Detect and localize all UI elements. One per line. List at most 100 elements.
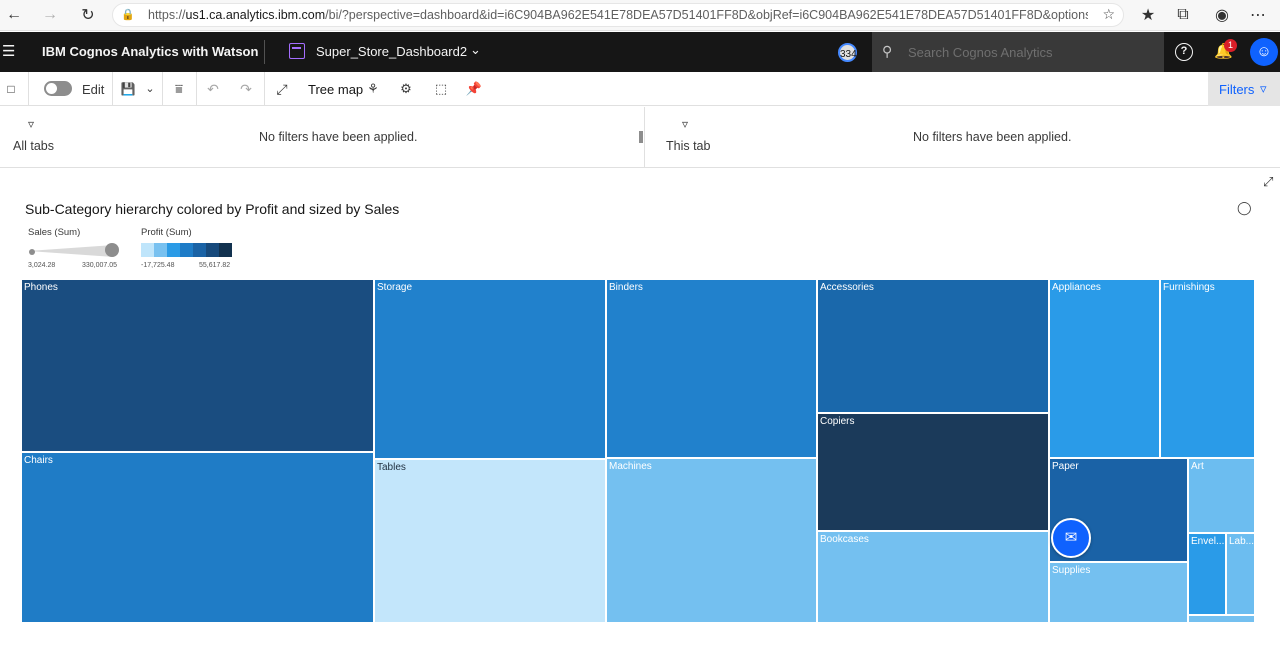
redo-icon[interactable]: ↷	[237, 79, 255, 99]
this-tab-label: This tab	[666, 139, 711, 153]
save-icon[interactable]: 💾	[120, 79, 136, 99]
treemap-cell-label: Chairs	[24, 455, 53, 466]
color-legend-swatch	[141, 243, 154, 257]
notification-badge: 1	[1224, 39, 1237, 52]
treemap-cell-label: Bookcases	[820, 534, 869, 545]
share-icon[interactable]: ⩸	[170, 79, 188, 99]
expand-icon[interactable]: ⤢	[273, 79, 291, 99]
treemap-cell-copiers[interactable]: Copiers	[817, 413, 1049, 531]
this-tab-message: No filters have been applied.	[913, 130, 1072, 144]
hamburger-menu-icon[interactable]: ☰	[2, 42, 18, 60]
size-legend-min: 3,024.28	[28, 262, 56, 269]
color-legend-swatch	[167, 243, 180, 257]
collapse-icon[interactable]: ⤢	[1263, 174, 1273, 190]
color-legend-max: 55,617.82	[199, 262, 231, 269]
filter-funnel-icon: ▿	[28, 117, 35, 131]
size-legend-max: 330,007.05	[82, 262, 118, 269]
treemap-cell-furnishings[interactable]: Furnishings	[1160, 279, 1255, 458]
favorite-star-icon[interactable]: ☆	[1102, 6, 1115, 23]
chat-assistant-button[interactable]: ✉	[1051, 518, 1091, 558]
size-legend-min-dot	[29, 249, 35, 255]
insights-lightbulb-icon[interactable]: ◯	[1237, 200, 1252, 216]
treemap-cell-binders[interactable]: Binders	[606, 279, 817, 458]
treemap-cell-art[interactable]: Art	[1188, 458, 1255, 533]
select-frame-icon[interactable]: ⬚	[432, 79, 450, 99]
visualization-type-label[interactable]: Tree map	[308, 82, 363, 97]
all-tabs-message: No filters have been applied.	[259, 130, 418, 144]
treemap-cell-label: Binders	[609, 282, 643, 293]
color-legend-label: Profit (Sum)	[141, 227, 192, 238]
dashboard-title[interactable]: Super_Store_Dashboard2	[316, 44, 467, 59]
color-legend-swatch	[193, 243, 206, 257]
search-input[interactable]	[908, 42, 1148, 62]
change-viz-icon[interactable]: ⚘	[364, 79, 382, 99]
comment-icon[interactable]: □	[2, 79, 20, 99]
toolbar-divider	[264, 72, 265, 106]
filters-button[interactable]: Filters ▿	[1208, 72, 1280, 106]
treemap-cell-storage[interactable]: Storage	[374, 279, 606, 459]
treemap-cell-label: Furnishings	[1163, 282, 1215, 293]
color-legend-swatch	[206, 243, 219, 257]
explore-icon[interactable]: ⚙	[397, 79, 415, 99]
count-badge[interactable]: 334	[838, 43, 857, 62]
treemap-cell-accessories[interactable]: Accessories	[817, 279, 1049, 413]
help-icon[interactable]: ?	[1175, 43, 1193, 61]
treemap-cell-supplies[interactable]: Supplies	[1049, 562, 1188, 623]
treemap-cell-label: Appliances	[1052, 282, 1101, 293]
treemap-cell-label: Paper	[1052, 461, 1079, 472]
treemap-cell-label: Phones	[24, 282, 58, 293]
treemap-cell-lab[interactable]: Lab...	[1226, 533, 1255, 615]
refresh-icon[interactable]: ↻	[76, 4, 100, 26]
chevron-down-icon[interactable]: ⌄	[470, 42, 481, 58]
treemap-cell-tables[interactable]: Tables	[374, 459, 606, 623]
edit-toggle[interactable]	[44, 81, 72, 96]
address-bar[interactable]: 🔒 https://us1.ca.analytics.ibm.com/bi/?p…	[112, 3, 1124, 27]
treemap-cell-machines[interactable]: Machines	[606, 458, 817, 623]
dashboard-toolbar: □ Edit 💾 ⌄ ⩸ ↶ ↷ ⤢ Tree map ⚘ ⚙ ⬚ 📌 Filt…	[0, 72, 1280, 106]
treemap-cell-appliances[interactable]: Appliances	[1049, 279, 1160, 458]
treemap-cell-label: Art	[1191, 461, 1204, 472]
treemap-cell-bookcases[interactable]: Bookcases	[817, 531, 1049, 623]
treemap-chart[interactable]: Phones Chairs Storage Tables Binders Machines…	[21, 279, 1255, 623]
search-icon: ⚲	[882, 43, 893, 59]
treemap-cell-label: Lab...	[1229, 536, 1255, 547]
favorites-icon[interactable]: ★	[1136, 4, 1160, 26]
pin-icon[interactable]: 📌	[465, 79, 483, 99]
color-legend-min: -17,725.48	[141, 262, 175, 269]
header-divider	[264, 40, 265, 64]
filters-label: Filters	[1219, 82, 1255, 97]
size-legend: Sales (Sum) 3,024.28 330,007.05	[28, 227, 128, 271]
undo-icon[interactable]: ↶	[204, 79, 222, 99]
color-legend-swatches	[141, 243, 232, 257]
lock-icon: 🔒	[121, 9, 135, 21]
back-icon[interactable]: ←	[2, 4, 26, 26]
visualization-title[interactable]: Sub-Category hierarchy colored by Profit…	[25, 201, 399, 217]
size-legend-wedge	[28, 245, 114, 257]
user-avatar-icon[interactable]: ☺	[1250, 38, 1278, 66]
toolbar-divider	[162, 72, 163, 106]
treemap-cell-phones[interactable]: Phones	[21, 279, 374, 452]
save-menu-chevron-icon[interactable]: ⌄	[142, 79, 158, 99]
all-tabs-filter-pane[interactable]: ▿ All tabs No filters have been applied.	[0, 107, 639, 167]
filter-funnel-icon: ▿	[682, 117, 689, 131]
browser-bar: ← → ↻ 🔒 https://us1.ca.analytics.ibm.com…	[0, 0, 1280, 31]
pane-resize-handle[interactable]	[639, 131, 643, 143]
search-box[interactable]: ⚲	[872, 32, 1164, 72]
treemap-cell-label: Supplies	[1052, 565, 1091, 576]
forward-icon[interactable]: →	[38, 4, 62, 26]
profile-icon[interactable]: ◉	[1210, 4, 1234, 26]
treemap-cell-label: Accessories	[820, 282, 874, 293]
more-menu-icon[interactable]: ⋯	[1246, 4, 1270, 26]
collections-icon[interactable]: ⧉	[1171, 4, 1195, 26]
size-legend-max-dot	[105, 243, 119, 257]
treemap-cell-chairs[interactable]: Chairs	[21, 452, 374, 623]
treemap-cell-label: Envel...	[1191, 536, 1225, 547]
treemap-cell-unlabeled[interactable]	[1188, 615, 1255, 623]
dashboard-icon	[289, 43, 305, 59]
url-text: https://us1.ca.analytics.ibm.com/bi/?per…	[148, 8, 1088, 22]
treemap-cell-envel[interactable]: Envel...	[1188, 533, 1226, 615]
this-tab-filter-pane[interactable]: ▿ This tab No filters have been applied.	[645, 107, 1280, 167]
toolbar-divider	[28, 72, 29, 106]
app-header: ☰ IBM Cognos Analytics with Watson Super…	[0, 32, 1280, 72]
all-tabs-label: All tabs	[13, 139, 54, 153]
